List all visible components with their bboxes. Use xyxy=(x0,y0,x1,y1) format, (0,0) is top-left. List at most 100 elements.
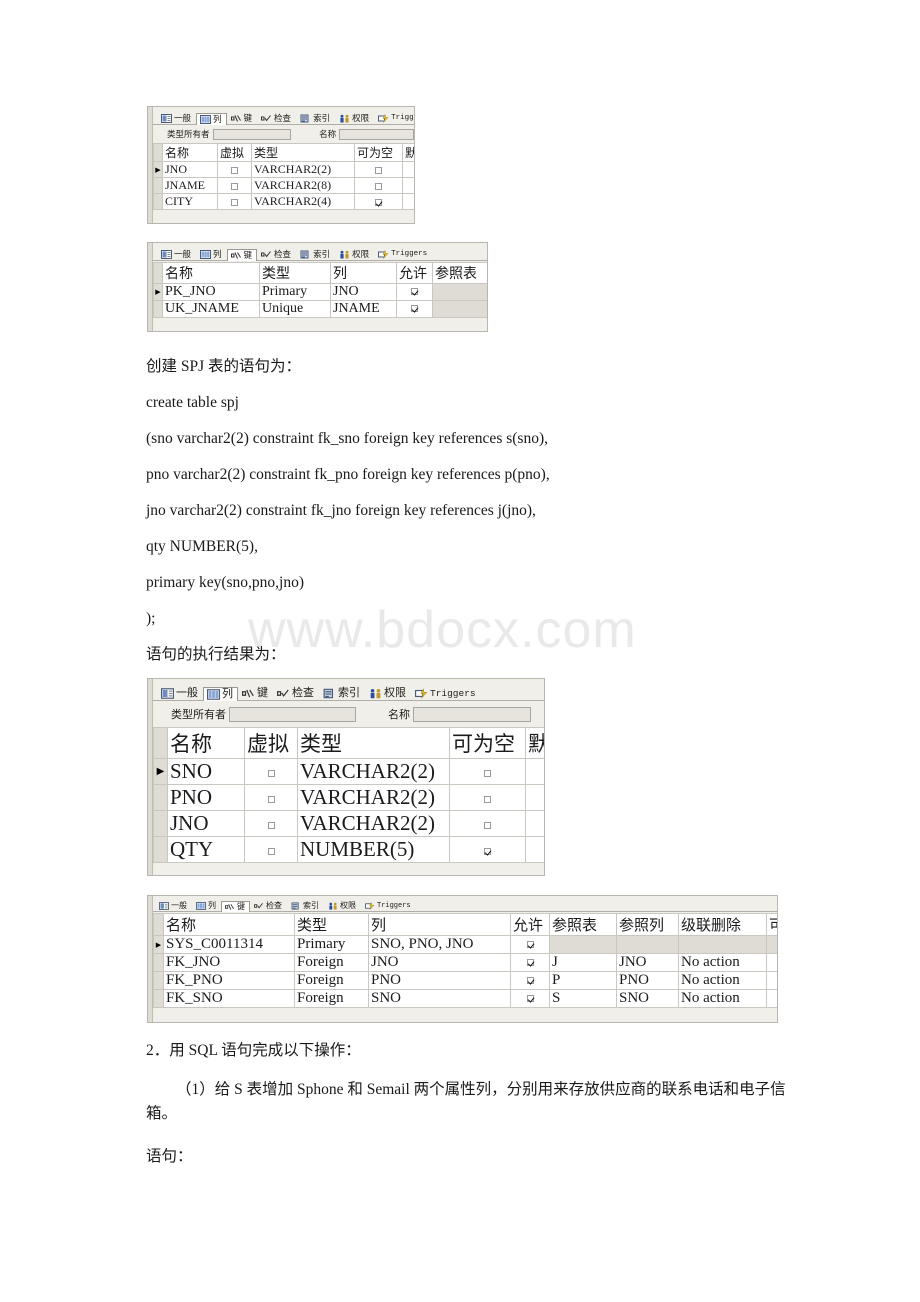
tab-columns[interactable]: 列 xyxy=(203,687,238,701)
header-virtual[interactable]: 虚拟 xyxy=(217,143,252,162)
tab-keys[interactable]: 键 xyxy=(238,686,273,700)
tab-check[interactable]: 检查 xyxy=(273,686,319,700)
header-type[interactable]: 类型 xyxy=(294,913,369,936)
header-enabled[interactable]: 允许 xyxy=(510,913,550,936)
header-name[interactable]: 名称 xyxy=(163,913,295,936)
tab-indexes[interactable]: 索引 xyxy=(319,686,365,700)
tab-columns[interactable]: 列 xyxy=(196,248,227,260)
columns-grid[interactable]: 名称 虚拟 类型 可为空 默认 ▶ SNO VARCHAR2(2) PNO xyxy=(153,727,544,863)
table-row[interactable]: PNO VARCHAR2(2) xyxy=(153,784,544,811)
cell-enabled[interactable] xyxy=(396,300,433,318)
tab-indexes[interactable]: 索引 xyxy=(296,248,336,260)
enabled-checkbox[interactable] xyxy=(411,305,418,313)
cell-nullable[interactable] xyxy=(354,161,403,178)
table-row[interactable]: FK_SNO Foreign SNO S SNO No action xyxy=(153,989,777,1008)
virtual-checkbox[interactable] xyxy=(267,769,275,777)
tab-general[interactable]: 一般 xyxy=(155,900,192,911)
cell-virtual[interactable] xyxy=(244,810,298,837)
tab-triggers[interactable]: Triggers xyxy=(374,112,414,124)
table-row[interactable]: UK_JNAME Unique JNAME xyxy=(153,300,487,318)
header-name[interactable]: 名称 xyxy=(162,143,218,162)
tab-indexes[interactable]: 索引 xyxy=(287,900,324,911)
header-ref-table[interactable]: 参照表 xyxy=(549,913,617,936)
tab-check[interactable]: 检查 xyxy=(257,248,297,260)
nullable-checkbox[interactable] xyxy=(375,182,382,190)
tab-columns[interactable]: 列 xyxy=(192,900,221,911)
virtual-checkbox[interactable] xyxy=(267,821,275,829)
table-row[interactable]: ▶ JNO VARCHAR2(2) xyxy=(153,161,414,178)
cell-nullable[interactable] xyxy=(354,177,403,194)
tab-general[interactable]: 一般 xyxy=(157,686,203,700)
tab-privileges[interactable]: 权限 xyxy=(335,112,375,124)
header-virtual[interactable]: 虚拟 xyxy=(244,727,298,759)
table-row[interactable]: QTY NUMBER(5) xyxy=(153,836,544,863)
header-type[interactable]: 类型 xyxy=(297,727,450,759)
cell-virtual[interactable] xyxy=(217,161,252,178)
tab-general[interactable]: 一般 xyxy=(157,248,197,260)
table-row[interactable]: FK_PNO Foreign PNO P PNO No action xyxy=(153,971,777,990)
cell-virtual[interactable] xyxy=(244,784,298,811)
header-default[interactable]: 默认 xyxy=(525,727,544,759)
enabled-checkbox[interactable] xyxy=(526,959,534,967)
tab-columns[interactable]: 列 xyxy=(196,113,227,125)
cell-nullable[interactable] xyxy=(449,784,526,811)
cell-virtual[interactable] xyxy=(217,193,252,210)
header-trailing[interactable]: 可 xyxy=(766,913,777,936)
header-type[interactable]: 类型 xyxy=(259,262,331,284)
virtual-checkbox[interactable] xyxy=(231,198,238,206)
cell-nullable[interactable] xyxy=(449,758,526,785)
cell-virtual[interactable] xyxy=(244,836,298,863)
cell-enabled[interactable] xyxy=(510,989,550,1008)
tab-keys[interactable]: 键 xyxy=(221,901,250,912)
nullable-checkbox[interactable] xyxy=(484,795,491,803)
table-row[interactable]: ▶ PK_JNO Primary JNO xyxy=(153,283,487,301)
cell-enabled[interactable] xyxy=(510,953,550,972)
tab-keys[interactable]: 键 xyxy=(226,249,258,261)
keys-grid[interactable]: 名称 类型 列 允许 参照表 参照列 级联删除 可 ▶ SYS_C0011314… xyxy=(153,913,777,1008)
table-row[interactable]: JNAME VARCHAR2(8) xyxy=(153,177,414,194)
name-input[interactable] xyxy=(413,706,531,722)
header-nullable[interactable]: 可为空 xyxy=(449,727,526,759)
virtual-checkbox[interactable] xyxy=(267,847,275,855)
columns-grid[interactable]: 名称 虚拟 类型 可为空 默认 ▶ JNO VARCHAR2(2) JNAME xyxy=(153,143,414,210)
tab-triggers[interactable]: Triggers xyxy=(374,248,433,260)
nullable-checkbox[interactable] xyxy=(484,769,491,777)
virtual-checkbox[interactable] xyxy=(231,182,238,190)
keys-grid[interactable]: 名称 类型 列 允许 参照表 ▶ PK_JNO Primary JNO UK_J… xyxy=(153,262,487,318)
header-ref-column[interactable]: 参照列 xyxy=(616,913,679,936)
cell-nullable[interactable] xyxy=(354,193,403,210)
nullable-checkbox[interactable] xyxy=(484,821,491,829)
cell-enabled[interactable] xyxy=(510,971,550,990)
header-name[interactable]: 名称 xyxy=(167,727,245,759)
type-owner-input[interactable] xyxy=(229,706,356,722)
table-row[interactable]: CITY VARCHAR2(4) xyxy=(153,193,414,210)
header-name[interactable]: 名称 xyxy=(162,262,260,284)
cell-virtual[interactable] xyxy=(244,758,298,785)
tab-privileges[interactable]: 权限 xyxy=(335,248,375,260)
virtual-checkbox[interactable] xyxy=(231,166,238,174)
type-owner-input[interactable] xyxy=(212,128,292,140)
enabled-checkbox[interactable] xyxy=(526,995,534,1003)
table-row[interactable]: JNO VARCHAR2(2) xyxy=(153,810,544,837)
tab-check[interactable]: 检查 xyxy=(257,112,297,124)
tab-triggers[interactable]: Triggers xyxy=(361,900,416,911)
nullable-checkbox[interactable] xyxy=(375,198,382,206)
enabled-checkbox[interactable] xyxy=(526,977,534,985)
table-row[interactable]: FK_JNO Foreign JNO J JNO No action xyxy=(153,953,777,972)
cell-virtual[interactable] xyxy=(217,177,252,194)
nullable-checkbox[interactable] xyxy=(484,847,491,855)
tab-check[interactable]: 检查 xyxy=(250,900,287,911)
cell-nullable[interactable] xyxy=(449,836,526,863)
enabled-checkbox[interactable] xyxy=(526,941,534,949)
virtual-checkbox[interactable] xyxy=(267,795,275,803)
header-type[interactable]: 类型 xyxy=(251,143,355,162)
table-row[interactable]: ▶ SYS_C0011314 Primary SNO, PNO, JNO xyxy=(153,935,777,954)
header-column[interactable]: 列 xyxy=(330,262,397,284)
header-column[interactable]: 列 xyxy=(368,913,511,936)
header-ref-table[interactable]: 参照表 xyxy=(432,262,487,284)
tab-triggers[interactable]: Triggers xyxy=(411,686,481,700)
header-nullable[interactable]: 可为空 xyxy=(354,143,403,162)
tab-indexes[interactable]: 索引 xyxy=(296,112,336,124)
header-cascade-delete[interactable]: 级联删除 xyxy=(678,913,767,936)
tab-keys[interactable]: 键 xyxy=(226,112,258,124)
